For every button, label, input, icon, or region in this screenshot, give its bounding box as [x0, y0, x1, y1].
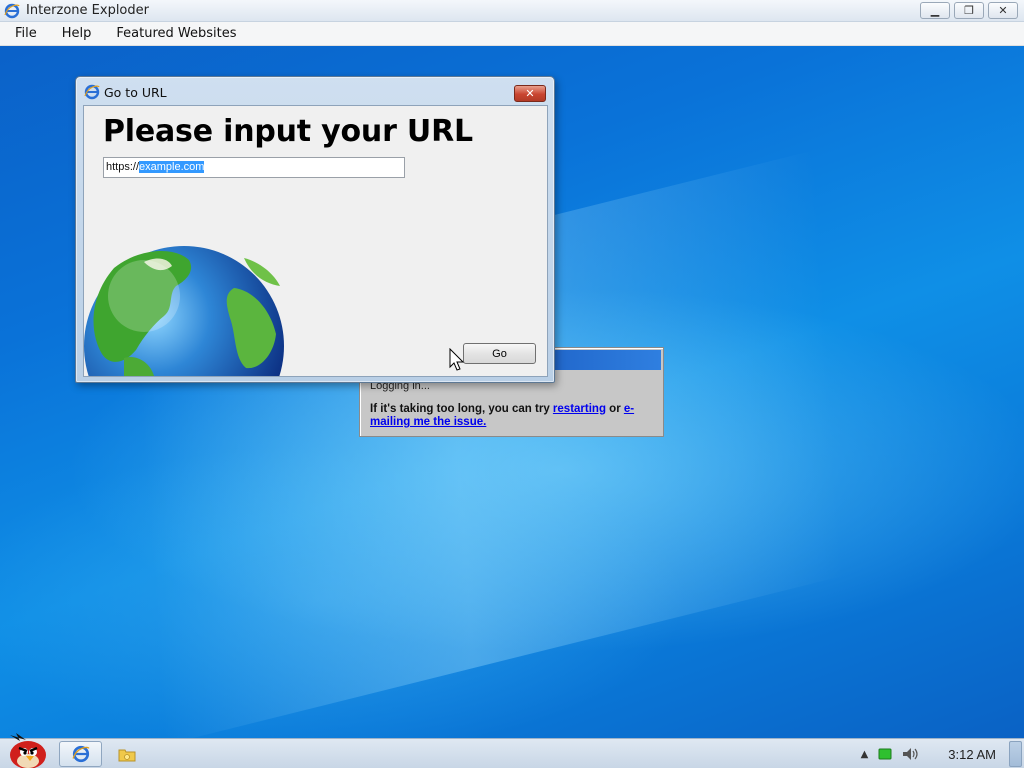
dialog-close-button[interactable]: ✕: [514, 85, 546, 102]
volume-icon[interactable]: [902, 747, 920, 761]
show-desktop-button[interactable]: [1009, 741, 1022, 767]
dialog-title: Go to URL: [104, 84, 167, 100]
close-icon: ✕: [998, 4, 1008, 17]
mouse-cursor-icon: [449, 348, 465, 371]
go-to-url-dialog: Go to URL ✕ Please input your URL https:…: [75, 76, 555, 383]
minimize-button[interactable]: ▁: [920, 2, 950, 19]
show-hidden-icons-icon[interactable]: ▲: [861, 749, 869, 760]
angry-bird-start-icon[interactable]: [4, 731, 52, 768]
taskbar: ▲ 3:12 AM: [0, 733, 1024, 768]
ie-logo-icon: [84, 84, 100, 100]
clock[interactable]: 3:12 AM: [948, 747, 996, 762]
folder-icon[interactable]: [118, 747, 136, 762]
app-titlebar: Interzone Exploder ▁ ❐ ✕: [0, 0, 1024, 22]
system-tray: ▲ 3:12 AM: [861, 739, 1024, 768]
close-button[interactable]: ✕: [988, 2, 1018, 19]
ie-logo-icon: [4, 3, 20, 18]
taskbar-browser-button[interactable]: [59, 741, 102, 767]
restore-button[interactable]: ❐: [954, 2, 984, 19]
dialog-heading: Please input your URL: [103, 114, 473, 149]
app-title: Interzone Exploder: [26, 3, 149, 18]
login-message-prefix: If it's taking too long, you can try: [370, 403, 553, 415]
globe-icon: [84, 246, 284, 376]
dialog-content: Please input your URL https://example.co…: [83, 105, 548, 377]
network-icon[interactable]: [878, 748, 892, 760]
url-input[interactable]: https://example.com: [103, 157, 405, 178]
restore-icon: ❐: [964, 4, 974, 17]
close-icon: ✕: [525, 87, 535, 100]
menu-help[interactable]: Help: [52, 26, 102, 41]
url-input-prefix: https://: [106, 161, 140, 173]
minimize-icon: ▁: [930, 4, 940, 17]
dialog-titlebar: Go to URL: [84, 84, 167, 100]
menu-file[interactable]: File: [5, 26, 47, 41]
url-input-selection: example.com: [139, 161, 205, 173]
login-message-or: or: [605, 403, 624, 415]
ie-logo-icon: [71, 745, 89, 763]
restarting-link[interactable]: restarting: [553, 403, 606, 415]
login-help-message: If it's taking too long, you can try res…: [370, 403, 650, 429]
menubar: File Help Featured Websites: [0, 22, 1024, 46]
menu-featured-websites[interactable]: Featured Websites: [106, 26, 246, 41]
go-button[interactable]: Go: [463, 343, 536, 364]
